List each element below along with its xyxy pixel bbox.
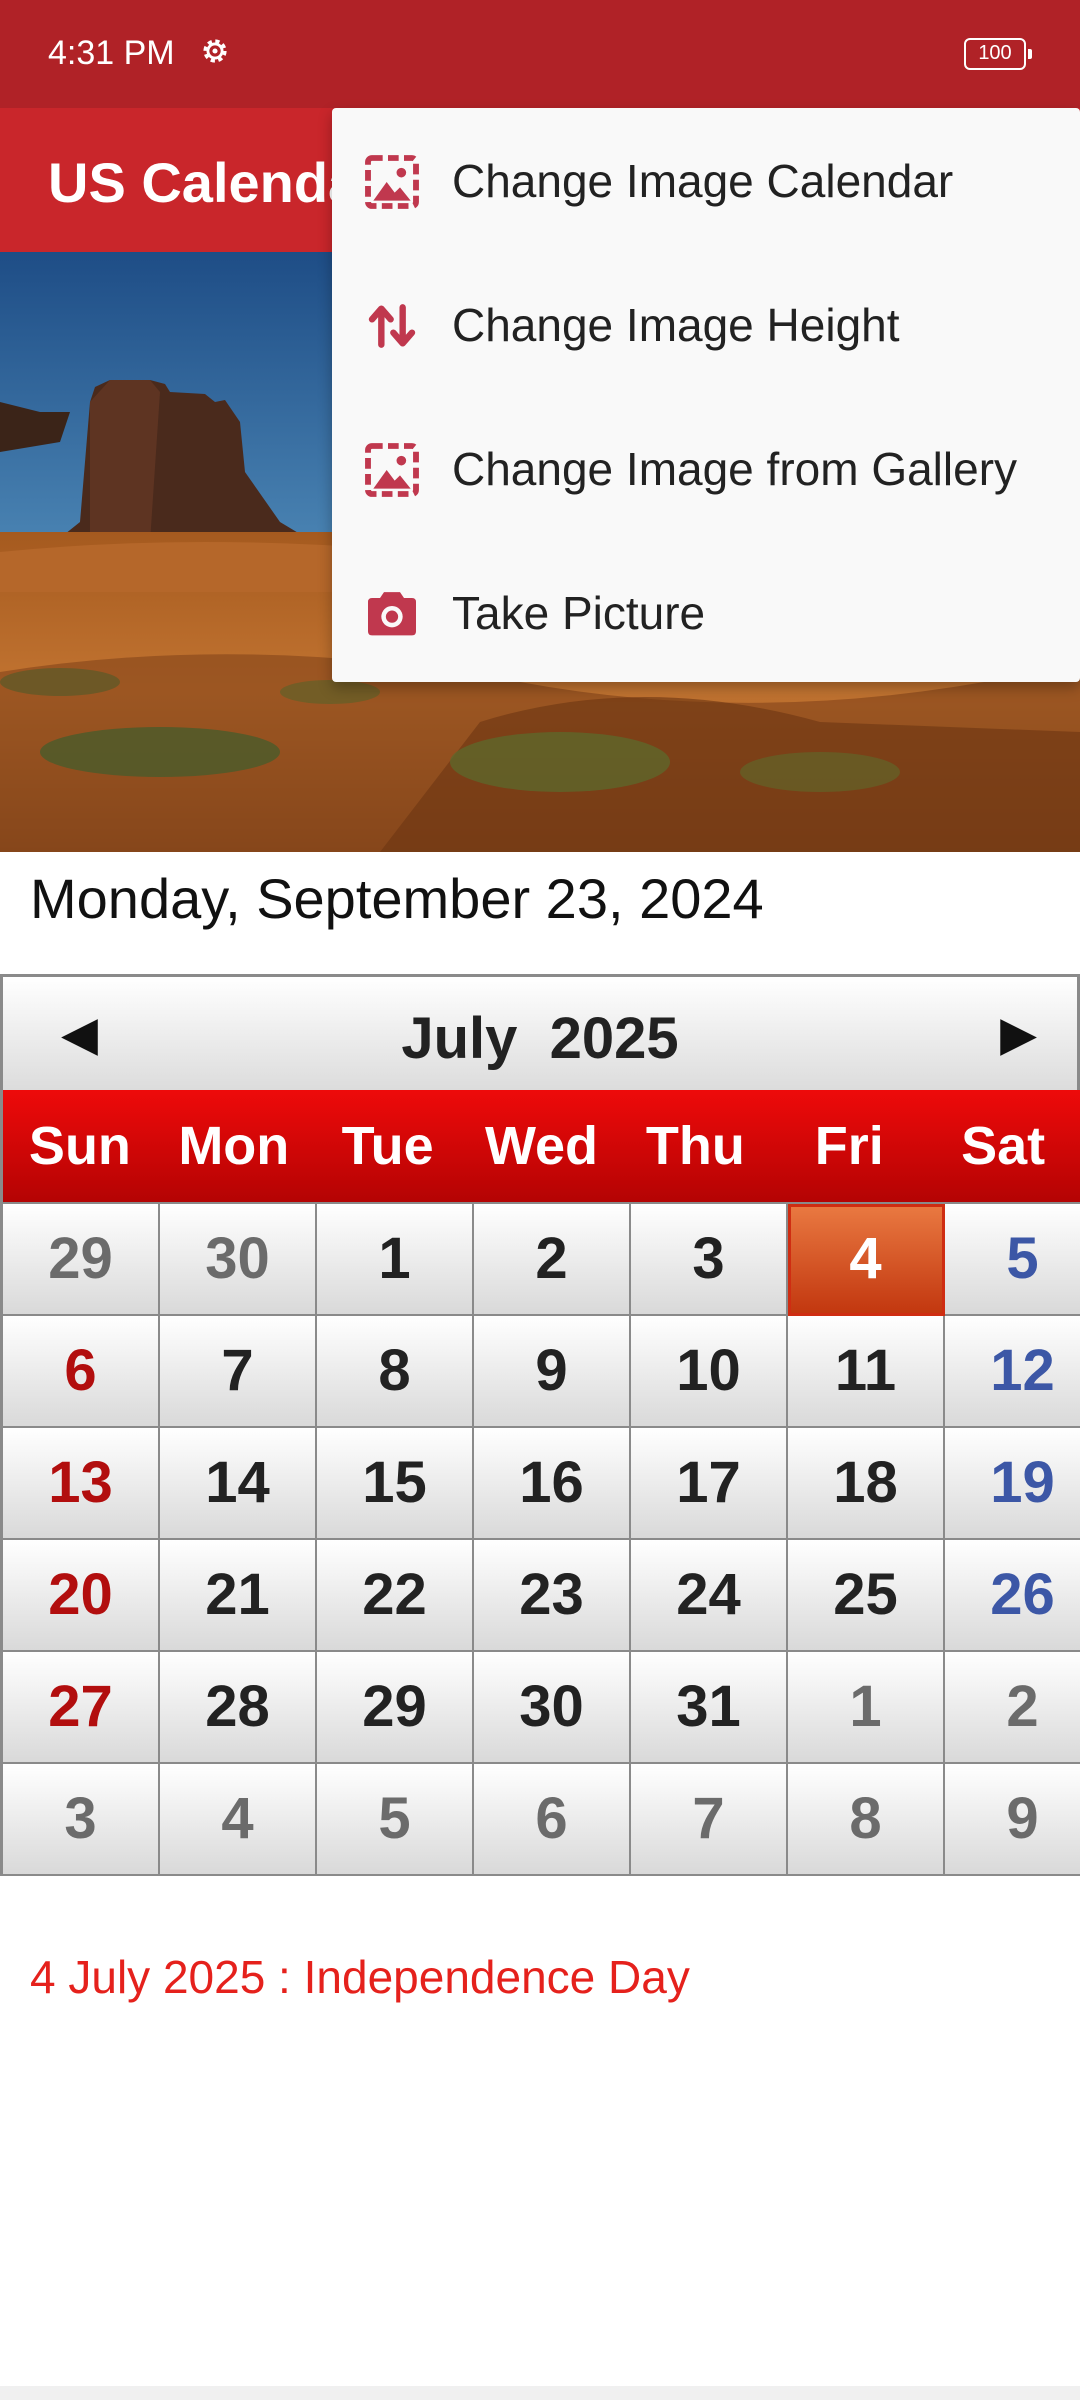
day-cell[interactable]: 18 [788,1428,945,1540]
day-cell[interactable]: 6 [3,1316,160,1428]
weekday-tue: Tue [341,1116,434,1176]
overflow-popup-menu: Change Image Calendar Change Image Heigh… [332,108,1080,682]
day-grid: 29 30 1 2 3 4 5 6 7 8 9 10 11 12 13 14 15 16 17 18 19 20 21 22 2… [0,1202,1080,1876]
image-icon [365,155,419,209]
day-cell[interactable]: 4 [160,1764,317,1876]
menu-item-label: Change Image Calendar [452,155,954,207]
day-cell[interactable]: 5 [945,1204,1080,1316]
menu-item-change-image-height[interactable]: Change Image Height [332,252,1080,396]
day-cell[interactable]: 14 [160,1428,317,1540]
day-cell[interactable]: 28 [160,1652,317,1764]
bottom-strip [0,2386,1080,2400]
holiday-note: 4 July 2025 : Independence Day [30,1951,690,2003]
day-cell[interactable]: 15 [317,1428,474,1540]
day-cell[interactable]: 29 [3,1204,160,1316]
weekday-sat: Sat [961,1116,1046,1176]
day-cell[interactable]: 17 [631,1428,788,1540]
menu-item-label: Take Picture [452,587,706,639]
day-cell[interactable]: 1 [788,1652,945,1764]
day-cell[interactable]: 9 [945,1764,1080,1876]
day-cell[interactable]: 23 [474,1540,631,1652]
day-cell[interactable]: 6 [474,1764,631,1876]
day-cell[interactable]: 26 [945,1540,1080,1652]
menu-item-take-picture[interactable]: Take Picture [332,540,1080,684]
day-cell[interactable]: 31 [631,1652,788,1764]
settings-gear-icon [203,39,227,63]
weekday-wed: Wed [485,1116,599,1176]
day-cell[interactable]: 1 [317,1204,474,1316]
day-cell[interactable]: 24 [631,1540,788,1652]
menu-item-label: Change Image from Gallery [452,443,1018,495]
menu-item-change-image-calendar[interactable]: Change Image Calendar [332,108,1080,252]
weekday-header-row: Sun Mon Tue Wed Thu Fri Sat [0,1090,1080,1202]
month-year-label: July 2025 [401,1006,679,1071]
day-cell-holiday[interactable]: 4 [788,1204,945,1316]
day-cell[interactable]: 7 [631,1764,788,1876]
gallery-icon [365,443,419,497]
day-cell[interactable]: 29 [317,1652,474,1764]
day-cell[interactable]: 8 [788,1764,945,1876]
day-cell[interactable]: 9 [474,1316,631,1428]
weekday-sun: Sun [28,1116,131,1176]
day-cell[interactable]: 30 [474,1652,631,1764]
current-date-label: Monday, September 23, 2024 [30,867,764,930]
menu-item-change-image-gallery[interactable]: Change Image from Gallery [332,396,1080,540]
day-cell[interactable]: 3 [631,1204,788,1316]
day-cell[interactable]: 20 [3,1540,160,1652]
day-cell[interactable]: 3 [3,1764,160,1876]
battery-level: 100 [978,42,1012,64]
day-cell[interactable]: 16 [474,1428,631,1540]
day-cell[interactable]: 8 [317,1316,474,1428]
day-cell[interactable]: 27 [3,1652,160,1764]
camera-icon [368,592,416,636]
weekday-fri: Fri [814,1116,884,1176]
weekday-mon: Mon [178,1116,290,1176]
day-cell[interactable]: 22 [317,1540,474,1652]
day-cell[interactable]: 25 [788,1540,945,1652]
day-cell[interactable]: 2 [474,1204,631,1316]
month-navigation-bar: ◀ July 2025 ▶ [0,974,1080,1090]
day-cell[interactable]: 21 [160,1540,317,1652]
day-cell[interactable]: 7 [160,1316,317,1428]
day-cell[interactable]: 19 [945,1428,1080,1540]
next-month-arrow-icon[interactable]: ▶ [1000,1005,1037,1065]
day-cell[interactable]: 10 [631,1316,788,1428]
day-cell[interactable]: 30 [160,1204,317,1316]
menu-item-label: Change Image Height [452,299,900,351]
weekday-thu: Thu [645,1116,745,1176]
swap-vertical-icon [368,304,416,348]
day-cell[interactable]: 5 [317,1764,474,1876]
day-cell[interactable]: 13 [3,1428,160,1540]
status-time: 4:31 PM [48,34,175,72]
day-cell[interactable]: 12 [945,1316,1080,1428]
day-cell[interactable]: 11 [788,1316,945,1428]
battery-indicator: 100 [964,38,1032,70]
day-cell[interactable]: 2 [945,1652,1080,1764]
status-bar: 4:31 PM 100 [0,0,1080,108]
